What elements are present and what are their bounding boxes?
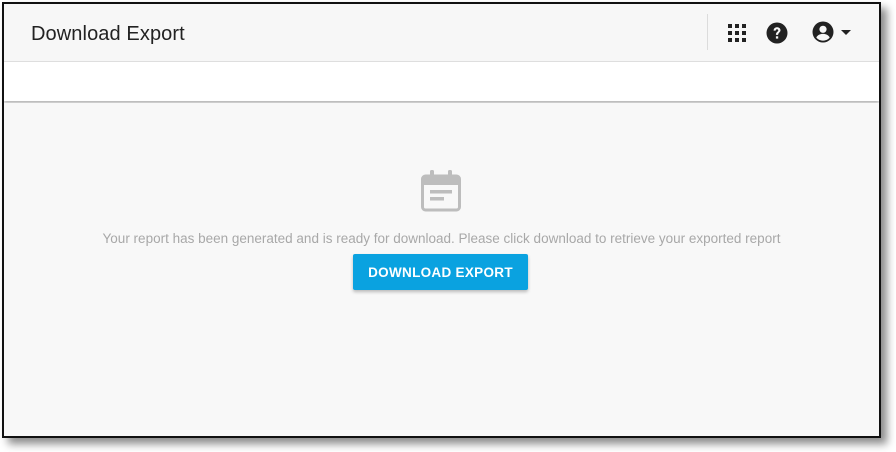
page-header: Download Export <box>4 4 879 62</box>
report-ready-message: Your report has been generated and is re… <box>102 231 781 246</box>
caret-down-icon <box>840 30 851 35</box>
help-circle-icon[interactable] <box>765 21 789 45</box>
app-window: Download Export Your report has been gen… <box>2 2 881 438</box>
account-menu-button[interactable] <box>808 18 856 46</box>
account-circle-icon <box>812 21 833 43</box>
calendar-icon <box>421 170 461 212</box>
toolbar-strip <box>4 62 879 101</box>
download-export-button[interactable]: DOWNLOAD EXPORT <box>353 254 528 290</box>
page-title: Download Export <box>31 23 185 45</box>
apps-grid-icon[interactable] <box>725 21 749 45</box>
header-divider <box>707 14 708 50</box>
